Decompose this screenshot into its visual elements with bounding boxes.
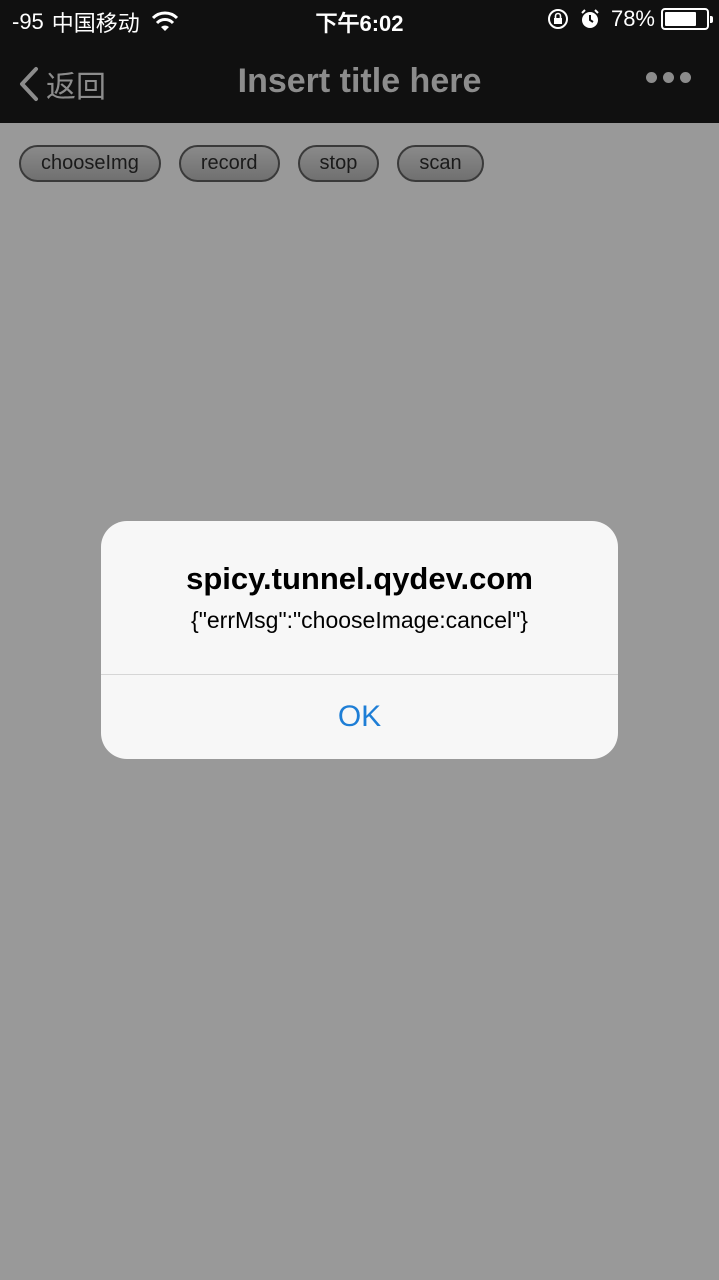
- alert-dialog: spicy.tunnel.qydev.com {"errMsg":"choose…: [101, 521, 618, 759]
- status-right: 78%: [547, 6, 713, 32]
- battery-percent: 78%: [610, 6, 655, 31]
- more-dot: [680, 72, 691, 83]
- stop-button[interactable]: stop: [297, 145, 380, 182]
- rotation-lock-icon: [547, 9, 568, 29]
- app-screen: -95 中国移动 下午6:02 78% 返回 Insert title here…: [0, 0, 719, 1280]
- record-button[interactable]: record: [178, 145, 280, 182]
- battery-icon: [661, 8, 713, 30]
- action-buttons: chooseImg record stop scan: [19, 145, 502, 182]
- more-dots-icon[interactable]: [646, 72, 691, 83]
- scan-button[interactable]: scan: [397, 145, 484, 182]
- alert-message: {"errMsg":"chooseImage:cancel"}: [191, 607, 528, 633]
- nav-bar: 返回 Insert title here: [0, 40, 719, 123]
- status-bar: -95 中国移动 下午6:02 78%: [0, 0, 719, 40]
- more-dot: [646, 72, 657, 83]
- battery-fill: [665, 12, 696, 26]
- alarm-icon: [581, 9, 599, 28]
- more-dot: [663, 72, 674, 83]
- choose-img-button[interactable]: chooseImg: [19, 145, 161, 182]
- alert-title: spicy.tunnel.qydev.com: [186, 561, 533, 596]
- top-bar: -95 中国移动 下午6:02 78% 返回 Insert title here: [0, 0, 719, 123]
- page-title: Insert title here: [237, 62, 482, 100]
- ok-button[interactable]: OK: [101, 675, 618, 759]
